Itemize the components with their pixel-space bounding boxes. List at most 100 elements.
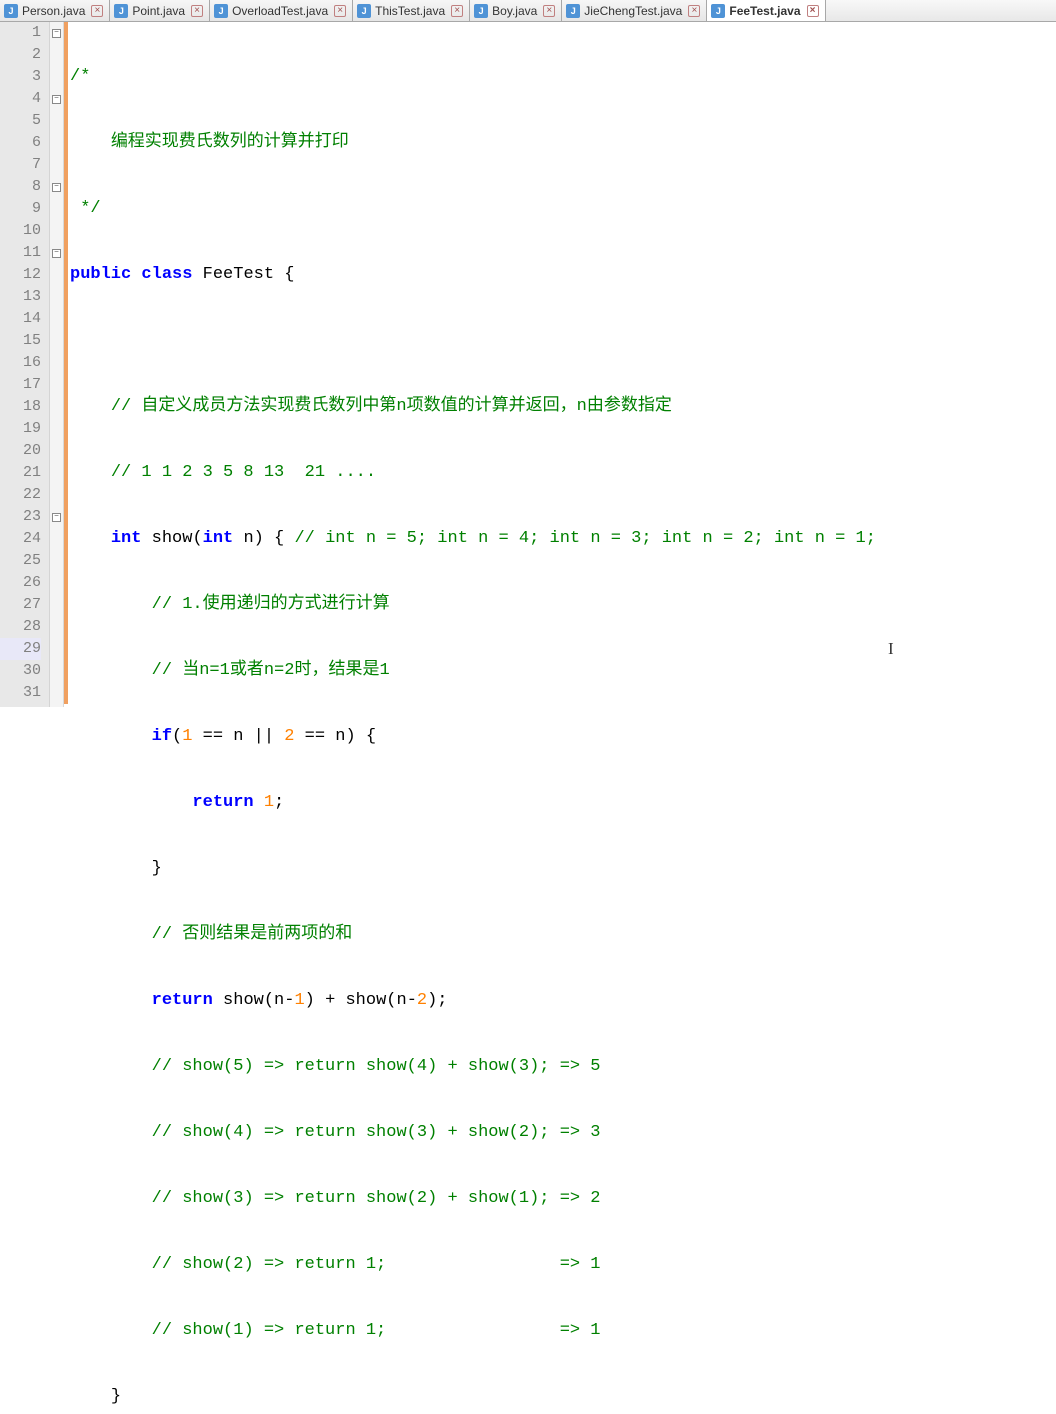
fold-toggle-icon[interactable]: − <box>52 249 61 258</box>
fold-cell <box>50 660 63 682</box>
number: 1 <box>182 727 192 746</box>
identifier: n <box>233 529 253 548</box>
fold-cell: − <box>50 22 63 44</box>
operator: == n || <box>192 727 284 746</box>
tab-feetest-java[interactable]: JFeeTest.java× <box>707 0 825 21</box>
fold-cell <box>50 286 63 308</box>
comment: // show(5) => return show(4) + show(3); … <box>152 1057 601 1076</box>
comment: /* <box>70 67 90 86</box>
tab-boy-java[interactable]: JBoy.java× <box>470 0 562 21</box>
line-number: 25 <box>0 550 41 572</box>
code-area[interactable]: /* 编程实现费氏数列的计算并打印 */ public class FeeTes… <box>68 22 1056 707</box>
comment: // int n = 5; int n = 4; int n = 3; int … <box>294 529 876 548</box>
number: 2 <box>284 727 294 746</box>
fold-cell <box>50 594 63 616</box>
line-number: 24 <box>0 528 41 550</box>
punctuation: ; <box>274 793 284 812</box>
line-number: 28 <box>0 616 41 638</box>
close-icon[interactable]: × <box>543 5 555 17</box>
fold-toggle-icon[interactable]: − <box>52 95 61 104</box>
comment: // 自定义成员方法实现费氏数列中第n项数值的计算并返回，n由参数指定 <box>111 397 672 416</box>
fold-cell <box>50 198 63 220</box>
code-editor: 1234567891011121314151617181920212223242… <box>0 22 1056 707</box>
operator: == n <box>294 727 345 746</box>
line-number: 12 <box>0 264 41 286</box>
keyword: class <box>141 265 192 284</box>
fold-cell <box>50 550 63 572</box>
fold-gutter: − − − − − <box>50 22 64 707</box>
line-number: 3 <box>0 66 41 88</box>
punctuation: ); <box>427 991 447 1010</box>
comment: */ <box>70 199 101 218</box>
line-number: 23 <box>0 506 41 528</box>
tab-label: JieChengTest.java <box>584 4 682 18</box>
tab-overloadtest-java[interactable]: J OverloadTest.java × <box>210 0 353 21</box>
tab-thistest-java[interactable]: JThisTest.java× <box>353 0 470 21</box>
close-icon[interactable]: × <box>451 5 463 17</box>
punctuation: ( <box>192 529 202 548</box>
fold-cell <box>50 396 63 418</box>
identifier: ) + show(n- <box>305 991 417 1010</box>
line-number: 10 <box>0 220 41 242</box>
punctuation: ) { <box>254 529 295 548</box>
fold-cell <box>50 264 63 286</box>
line-number: 22 <box>0 484 41 506</box>
line-number: 30 <box>0 660 41 682</box>
close-icon[interactable]: × <box>191 5 203 17</box>
line-number: 21 <box>0 462 41 484</box>
fold-cell <box>50 682 63 704</box>
fold-cell: − <box>50 506 63 528</box>
keyword: if <box>152 727 172 746</box>
fold-cell <box>50 484 63 506</box>
comment: // 否则结果是前两项的和 <box>152 925 353 944</box>
close-icon[interactable]: × <box>807 5 819 17</box>
identifier: show <box>141 529 192 548</box>
java-file-icon: J <box>114 4 128 18</box>
line-number: 31 <box>0 682 41 704</box>
number: 1 <box>294 991 304 1010</box>
tab-jiechengtest-java[interactable]: J JieChengTest.java × <box>562 0 707 21</box>
fold-cell <box>50 308 63 330</box>
line-number: 15 <box>0 330 41 352</box>
fold-cell <box>50 66 63 88</box>
line-number: 1 <box>0 22 41 44</box>
fold-cell <box>50 220 63 242</box>
line-number: 29 <box>0 638 41 660</box>
comment: // show(2) => return 1; => 1 <box>152 1255 601 1274</box>
identifier: FeeTest <box>192 265 284 284</box>
fold-cell <box>50 572 63 594</box>
fold-cell <box>50 352 63 374</box>
line-number: 20 <box>0 440 41 462</box>
line-number-gutter: 1234567891011121314151617181920212223242… <box>0 22 50 707</box>
fold-toggle-icon[interactable]: − <box>52 29 61 38</box>
tab-label: ThisTest.java <box>375 4 445 18</box>
line-number: 26 <box>0 572 41 594</box>
close-icon[interactable]: × <box>91 5 103 17</box>
line-number: 27 <box>0 594 41 616</box>
java-file-icon: J <box>566 4 580 18</box>
comment: // 1.使用递归的方式进行计算 <box>152 595 390 614</box>
comment: // show(1) => return 1; => 1 <box>152 1321 601 1340</box>
fold-cell <box>50 110 63 132</box>
fold-toggle-icon[interactable]: − <box>52 513 61 522</box>
fold-cell <box>50 132 63 154</box>
line-number: 9 <box>0 198 41 220</box>
tab-label: OverloadTest.java <box>232 4 328 18</box>
fold-cell <box>50 616 63 638</box>
close-icon[interactable]: × <box>688 5 700 17</box>
punctuation: } <box>152 859 162 878</box>
comment: // show(3) => return show(2) + show(1); … <box>152 1189 601 1208</box>
fold-cell <box>50 638 63 660</box>
fold-toggle-icon[interactable]: − <box>52 183 61 192</box>
fold-cell <box>50 330 63 352</box>
tab-person-java[interactable]: JPerson.java× <box>0 0 110 21</box>
close-icon[interactable]: × <box>334 5 346 17</box>
tab-point-java[interactable]: JPoint.java× <box>110 0 210 21</box>
comment: // show(4) => return show(3) + show(2); … <box>152 1123 601 1142</box>
fold-cell <box>50 418 63 440</box>
java-file-icon: J <box>4 4 18 18</box>
keyword: return <box>192 793 253 812</box>
java-file-icon: J <box>214 4 228 18</box>
line-number: 17 <box>0 374 41 396</box>
comment: 编程实现费氏数列的计算并打印 <box>70 133 349 152</box>
